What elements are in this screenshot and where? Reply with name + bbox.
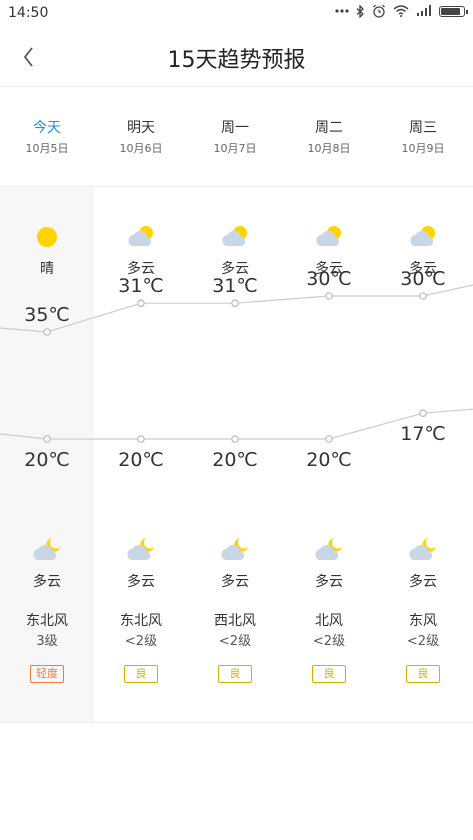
high-temp-label: 30℃ — [400, 268, 446, 290]
aqi-badge: 良 — [406, 665, 440, 683]
date-label: 10月9日 — [401, 142, 445, 155]
low-temp-point — [325, 435, 333, 443]
night-weather-label: 多云 — [127, 574, 155, 590]
night-weather-label: 多云 — [33, 574, 61, 590]
date-label: 10月5日 — [25, 142, 69, 155]
wind-direction: 东北风 — [26, 613, 68, 629]
partly-cloudy-icon — [128, 226, 153, 246]
date-label: 10月7日 — [213, 142, 257, 155]
high-temp-point — [231, 299, 239, 308]
date-label: 10月6日 — [119, 142, 163, 155]
wind-direction: 东北风 — [120, 613, 162, 629]
night-weather-label: 多云 — [409, 574, 437, 590]
sun-icon — [37, 227, 57, 247]
low-temp-label: 20℃ — [212, 449, 258, 471]
low-temp-label: 20℃ — [306, 449, 352, 471]
low-temp-point — [419, 409, 427, 418]
night-weather-label: 多云 — [315, 574, 343, 590]
high-temp-point — [419, 292, 427, 300]
high-temp-point — [325, 292, 333, 300]
date-label: 10月8日 — [307, 142, 351, 155]
high-temp-point — [43, 328, 51, 336]
high-temp-label: 31℃ — [118, 275, 164, 298]
high-temp-point — [137, 299, 145, 308]
day-label[interactable]: 周三 — [376, 117, 470, 137]
wind-level: <2级 — [124, 634, 158, 649]
aqi-badge: 良 — [218, 665, 252, 683]
day-label[interactable]: 今天 — [0, 117, 94, 137]
aqi-badge: 良 — [124, 665, 158, 683]
wind-level: <2级 — [406, 634, 440, 649]
wind-direction: 东风 — [409, 613, 437, 629]
cloudy-moon-icon — [33, 538, 60, 560]
night-weather-label: 多云 — [221, 574, 249, 590]
partly-cloudy-icon — [316, 226, 341, 246]
wind-level: <2级 — [218, 634, 252, 649]
wind-level: <2级 — [312, 634, 346, 649]
cloudy-moon-icon — [127, 538, 154, 560]
bottom-divider — [0, 722, 473, 723]
partly-cloudy-icon — [222, 226, 247, 246]
partly-cloudy-icon — [410, 226, 435, 246]
cloudy-moon-icon — [221, 538, 248, 560]
day-weather-label: 晴 — [40, 261, 54, 277]
day-label[interactable]: 周一 — [188, 117, 282, 137]
low-temp-point — [43, 435, 51, 443]
low-temp-label: 17℃ — [400, 423, 446, 446]
low-temp-point — [137, 435, 145, 443]
cloudy-moon-icon — [315, 538, 342, 560]
low-temp-point — [231, 435, 239, 443]
cloudy-moon-icon — [409, 538, 436, 560]
aqi-badge: 良 — [312, 665, 346, 683]
wind-direction: 北风 — [315, 613, 343, 629]
wind-direction: 西北风 — [214, 613, 256, 629]
day-label[interactable]: 周二 — [282, 117, 376, 137]
aqi-badge: 轻度 — [30, 665, 64, 683]
high-temp-label: 35℃ — [24, 304, 70, 326]
wind-level: 3级 — [36, 634, 58, 649]
low-temp-label: 20℃ — [24, 449, 70, 471]
high-temp-label: 30℃ — [306, 268, 352, 290]
day-label[interactable]: 明天 — [94, 117, 188, 137]
high-temp-label: 31℃ — [212, 275, 258, 298]
low-temp-label: 20℃ — [118, 449, 164, 471]
